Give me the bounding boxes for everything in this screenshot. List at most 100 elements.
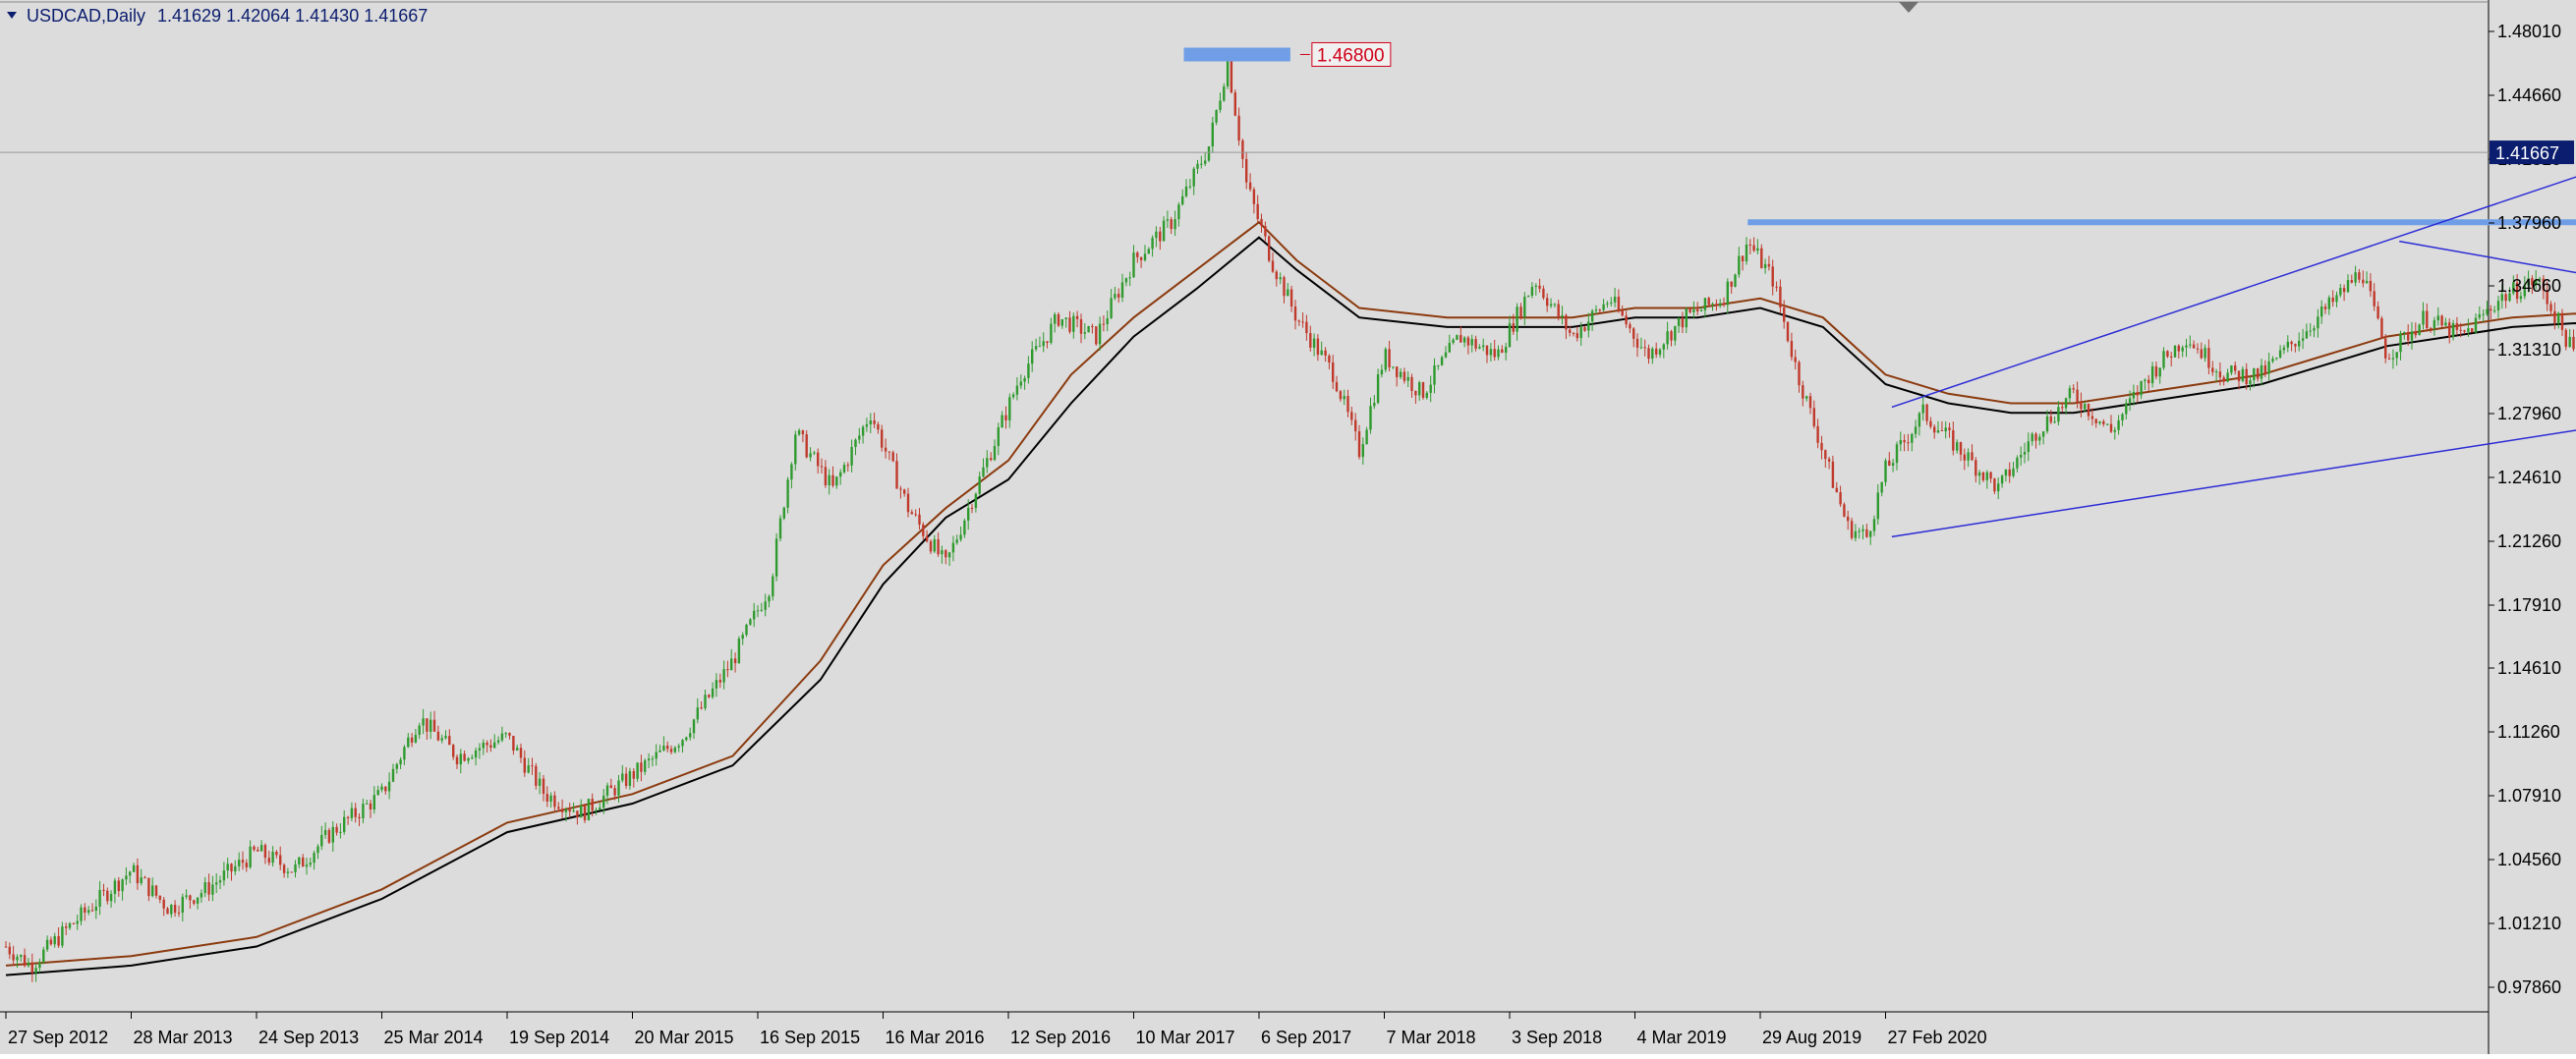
bull-candle	[2121, 414, 2124, 420]
bull-candle	[249, 846, 252, 867]
bull-candle	[850, 447, 853, 466]
bull-candle	[516, 748, 519, 751]
bear-candle	[2294, 344, 2297, 347]
bear-candle	[436, 731, 440, 741]
bear-candle	[2218, 371, 2222, 378]
bear-candle	[275, 852, 278, 856]
bear-candle	[335, 826, 338, 833]
bear-candle	[1621, 309, 1624, 316]
bull-candle	[580, 805, 583, 818]
bear-candle	[1075, 315, 1079, 319]
bull-candle	[722, 669, 725, 683]
bull-candle	[1110, 298, 1113, 318]
bear-candle	[1940, 430, 1944, 431]
bull-candle	[782, 507, 785, 519]
price-chart: 1.468001.38000 0.038.261.8100.0 1.480101…	[0, 0, 2576, 1054]
bull-candle	[1128, 277, 1131, 279]
bull-candle	[835, 476, 838, 486]
bull-candle	[1365, 429, 1368, 445]
bear-candle	[545, 794, 548, 802]
bear-candle	[106, 890, 109, 902]
bear-candle	[193, 900, 196, 904]
bull-candle	[2020, 454, 2023, 458]
bull-candle	[2286, 341, 2289, 348]
bear-candle	[1357, 431, 1361, 458]
bear-candle	[1301, 321, 1304, 323]
bull-candle	[2403, 332, 2406, 334]
bear-candle	[162, 899, 165, 909]
bear-candle	[1971, 452, 1974, 461]
bull-candle	[947, 552, 951, 558]
bull-candle	[1392, 366, 1395, 368]
bear-candle	[1068, 317, 1071, 332]
bull-candle	[1143, 253, 1147, 260]
bull-candle	[2053, 421, 2056, 423]
bull-candle	[42, 949, 45, 963]
bull-candle	[181, 896, 184, 913]
bear-candle	[1827, 459, 1831, 462]
bear-candle	[1933, 426, 1936, 433]
bear-candle	[2564, 329, 2567, 348]
bull-candle	[2214, 371, 2218, 373]
bear-candle	[384, 786, 387, 792]
bear-candle	[1159, 231, 1162, 242]
bull-candle	[68, 922, 72, 928]
bull-candle	[1711, 304, 1714, 306]
bear-candle	[1963, 454, 1966, 461]
bear-candle	[1557, 304, 1560, 317]
bull-candle	[1685, 308, 1688, 328]
bull-candle	[628, 771, 632, 786]
bull-candle	[1662, 344, 1665, 350]
bull-candle	[2027, 441, 2030, 453]
bull-candle	[238, 860, 241, 866]
bull-candle	[305, 864, 309, 867]
bear-candle	[30, 962, 33, 974]
bear-candle	[1647, 348, 1650, 360]
bull-candle	[109, 894, 113, 902]
bear-candle	[1707, 298, 1710, 306]
bull-candle	[2012, 468, 2015, 476]
bull-candle	[2418, 324, 2421, 336]
price-axis-label: 1.07910	[2497, 786, 2561, 806]
bear-candle	[624, 773, 628, 786]
bear-candle	[1847, 516, 1850, 522]
bull-candle	[2162, 351, 2165, 368]
bear-candle	[2263, 364, 2266, 374]
bull-candle	[1734, 274, 1737, 287]
bear-candle	[557, 807, 560, 809]
bull-candle	[387, 781, 391, 792]
bear-candle	[929, 541, 933, 552]
bear-candle	[1808, 396, 1812, 409]
bear-candle	[591, 799, 594, 811]
bear-candle	[23, 955, 27, 967]
bull-candle	[1060, 319, 1063, 326]
bull-candle	[1854, 530, 1858, 538]
bull-candle	[2038, 436, 2041, 441]
bear-candle	[568, 809, 571, 812]
bull-candle	[673, 747, 676, 752]
time-axis-label: 16 Mar 2016	[886, 1028, 985, 1047]
bull-candle	[1899, 440, 1902, 445]
bear-candle	[576, 810, 579, 818]
bull-candle	[1726, 281, 1729, 306]
plot-area[interactable]	[0, 0, 2489, 1054]
bull-candle	[1177, 204, 1180, 220]
bull-candle	[474, 750, 478, 758]
bull-candle	[1425, 392, 1428, 398]
bear-candle	[354, 808, 357, 817]
bull-candle	[2117, 420, 2120, 430]
bull-candle	[1489, 349, 1493, 356]
bear-candle	[2177, 345, 2180, 352]
bear-candle	[1565, 314, 1568, 330]
bear-candle	[1802, 385, 1804, 399]
bull-candle	[681, 740, 684, 747]
bear-candle	[346, 816, 350, 818]
bull-candle	[1399, 371, 1402, 377]
bear-candle	[1316, 338, 1320, 356]
bull-candle	[1440, 357, 1444, 365]
bull-candle	[1050, 323, 1053, 343]
bear-candle	[1681, 317, 1685, 328]
bear-candle	[1241, 140, 1244, 159]
bear-candle	[2072, 388, 2075, 390]
bull-candle	[696, 707, 699, 720]
